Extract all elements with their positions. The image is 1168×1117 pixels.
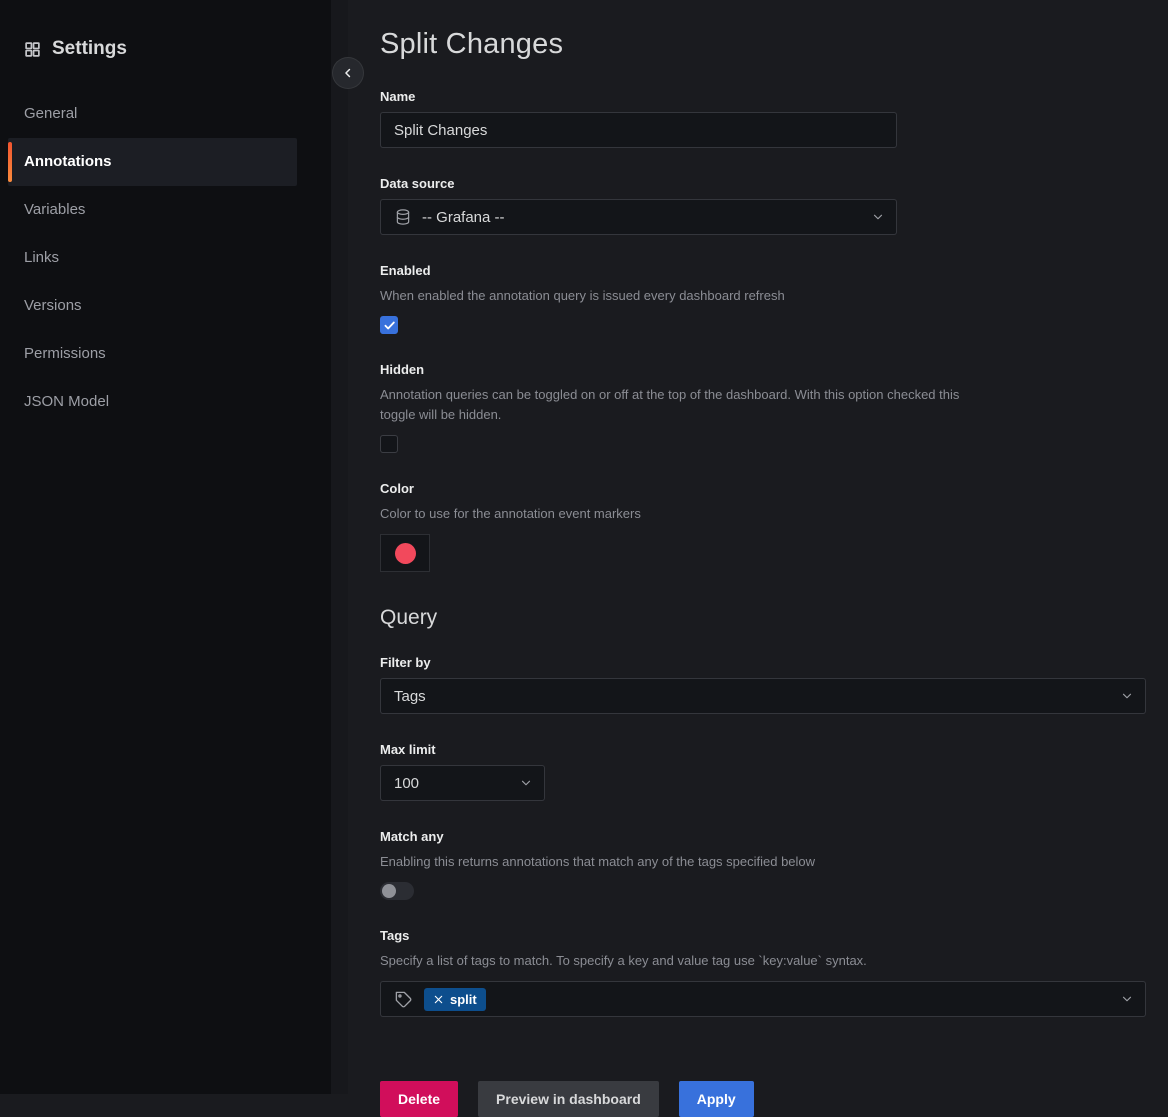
color-label: Color	[380, 481, 1146, 496]
sidebar-rail	[331, 0, 348, 1094]
settings-sidebar: Settings General Annotations Variables L…	[0, 0, 331, 1094]
match-any-field-group: Match any Enabling this returns annotati…	[380, 829, 1146, 900]
enabled-checkbox[interactable]	[380, 316, 398, 334]
match-any-toggle[interactable]	[380, 882, 414, 900]
filter-by-select[interactable]: Tags	[380, 678, 1146, 714]
tags-label: Tags	[380, 928, 1146, 943]
collapse-sidebar-button[interactable]	[332, 57, 364, 89]
chevron-down-icon	[519, 776, 533, 790]
match-any-label: Match any	[380, 829, 1146, 844]
sidebar-item-general[interactable]: General	[8, 90, 297, 138]
preview-in-dashboard-button[interactable]: Preview in dashboard	[478, 1081, 659, 1117]
sidebar-item-links[interactable]: Links	[8, 234, 297, 282]
sidebar-item-permissions[interactable]: Permissions	[8, 330, 297, 378]
database-icon	[394, 208, 412, 226]
chevron-left-icon	[341, 66, 355, 80]
data-source-select[interactable]: -- Grafana --	[380, 199, 897, 235]
filter-by-value: Tags	[394, 688, 426, 705]
hidden-description: Annotation queries can be toggled on or …	[380, 385, 970, 425]
remove-tag-icon[interactable]	[433, 994, 444, 1005]
max-limit-value: 100	[394, 775, 419, 792]
delete-button[interactable]: Delete	[380, 1081, 458, 1117]
sidebar-header: Settings	[0, 0, 331, 90]
max-limit-select[interactable]: 100	[380, 765, 545, 801]
data-source-field-group: Data source -- Grafana --	[380, 176, 1146, 235]
chevron-down-icon	[871, 210, 885, 224]
name-label: Name	[380, 89, 1146, 104]
max-limit-label: Max limit	[380, 742, 1146, 757]
max-limit-field-group: Max limit 100	[380, 742, 1146, 801]
sidebar-item-json-model[interactable]: JSON Model	[8, 378, 297, 426]
enabled-field-group: Enabled When enabled the annotation quer…	[380, 263, 1146, 334]
filter-by-field-group: Filter by Tags	[380, 655, 1146, 714]
match-any-description: Enabling this returns annotations that m…	[380, 852, 970, 872]
checkmark-icon	[383, 319, 396, 332]
color-picker[interactable]	[380, 534, 430, 572]
enabled-description: When enabled the annotation query is iss…	[380, 286, 970, 306]
query-section-heading: Query	[380, 606, 1146, 630]
tag-icon	[394, 990, 413, 1009]
sidebar-item-annotations[interactable]: Annotations	[8, 138, 297, 186]
action-buttons-row: Delete Preview in dashboard Apply	[380, 1081, 1146, 1117]
color-field-group: Color Color to use for the annotation ev…	[380, 481, 1146, 572]
sidebar-title: Settings	[52, 38, 127, 60]
sidebar-item-versions[interactable]: Versions	[8, 282, 297, 330]
enabled-label: Enabled	[380, 263, 1146, 278]
tags-input[interactable]: split	[380, 981, 1146, 1017]
annotation-settings-panel: Split Changes Name Data source -- Grafan…	[348, 0, 1168, 1094]
sidebar-item-variables[interactable]: Variables	[8, 186, 297, 234]
tags-field-group: Tags Specify a list of tags to match. To…	[380, 928, 1146, 1017]
color-swatch-circle	[395, 543, 416, 564]
apply-button[interactable]: Apply	[679, 1081, 754, 1117]
hidden-field-group: Hidden Annotation queries can be toggled…	[380, 362, 1146, 453]
chevron-down-icon	[1120, 992, 1134, 1006]
name-field-group: Name	[380, 89, 1146, 148]
chevron-down-icon	[1120, 689, 1134, 703]
dashboard-grid-icon	[24, 41, 41, 58]
data-source-value: -- Grafana --	[422, 209, 505, 226]
filter-by-label: Filter by	[380, 655, 1146, 670]
settings-nav: General Annotations Variables Links Vers…	[0, 90, 331, 426]
name-input[interactable]	[380, 112, 897, 148]
color-description: Color to use for the annotation event ma…	[380, 504, 970, 524]
tags-description: Specify a list of tags to match. To spec…	[380, 951, 970, 971]
hidden-checkbox[interactable]	[380, 435, 398, 453]
tag-chip-label: split	[450, 992, 477, 1007]
page-title: Split Changes	[380, 28, 1146, 61]
hidden-label: Hidden	[380, 362, 1146, 377]
tag-chip-split[interactable]: split	[424, 988, 486, 1011]
toggle-knob	[382, 884, 396, 898]
data-source-label: Data source	[380, 176, 1146, 191]
